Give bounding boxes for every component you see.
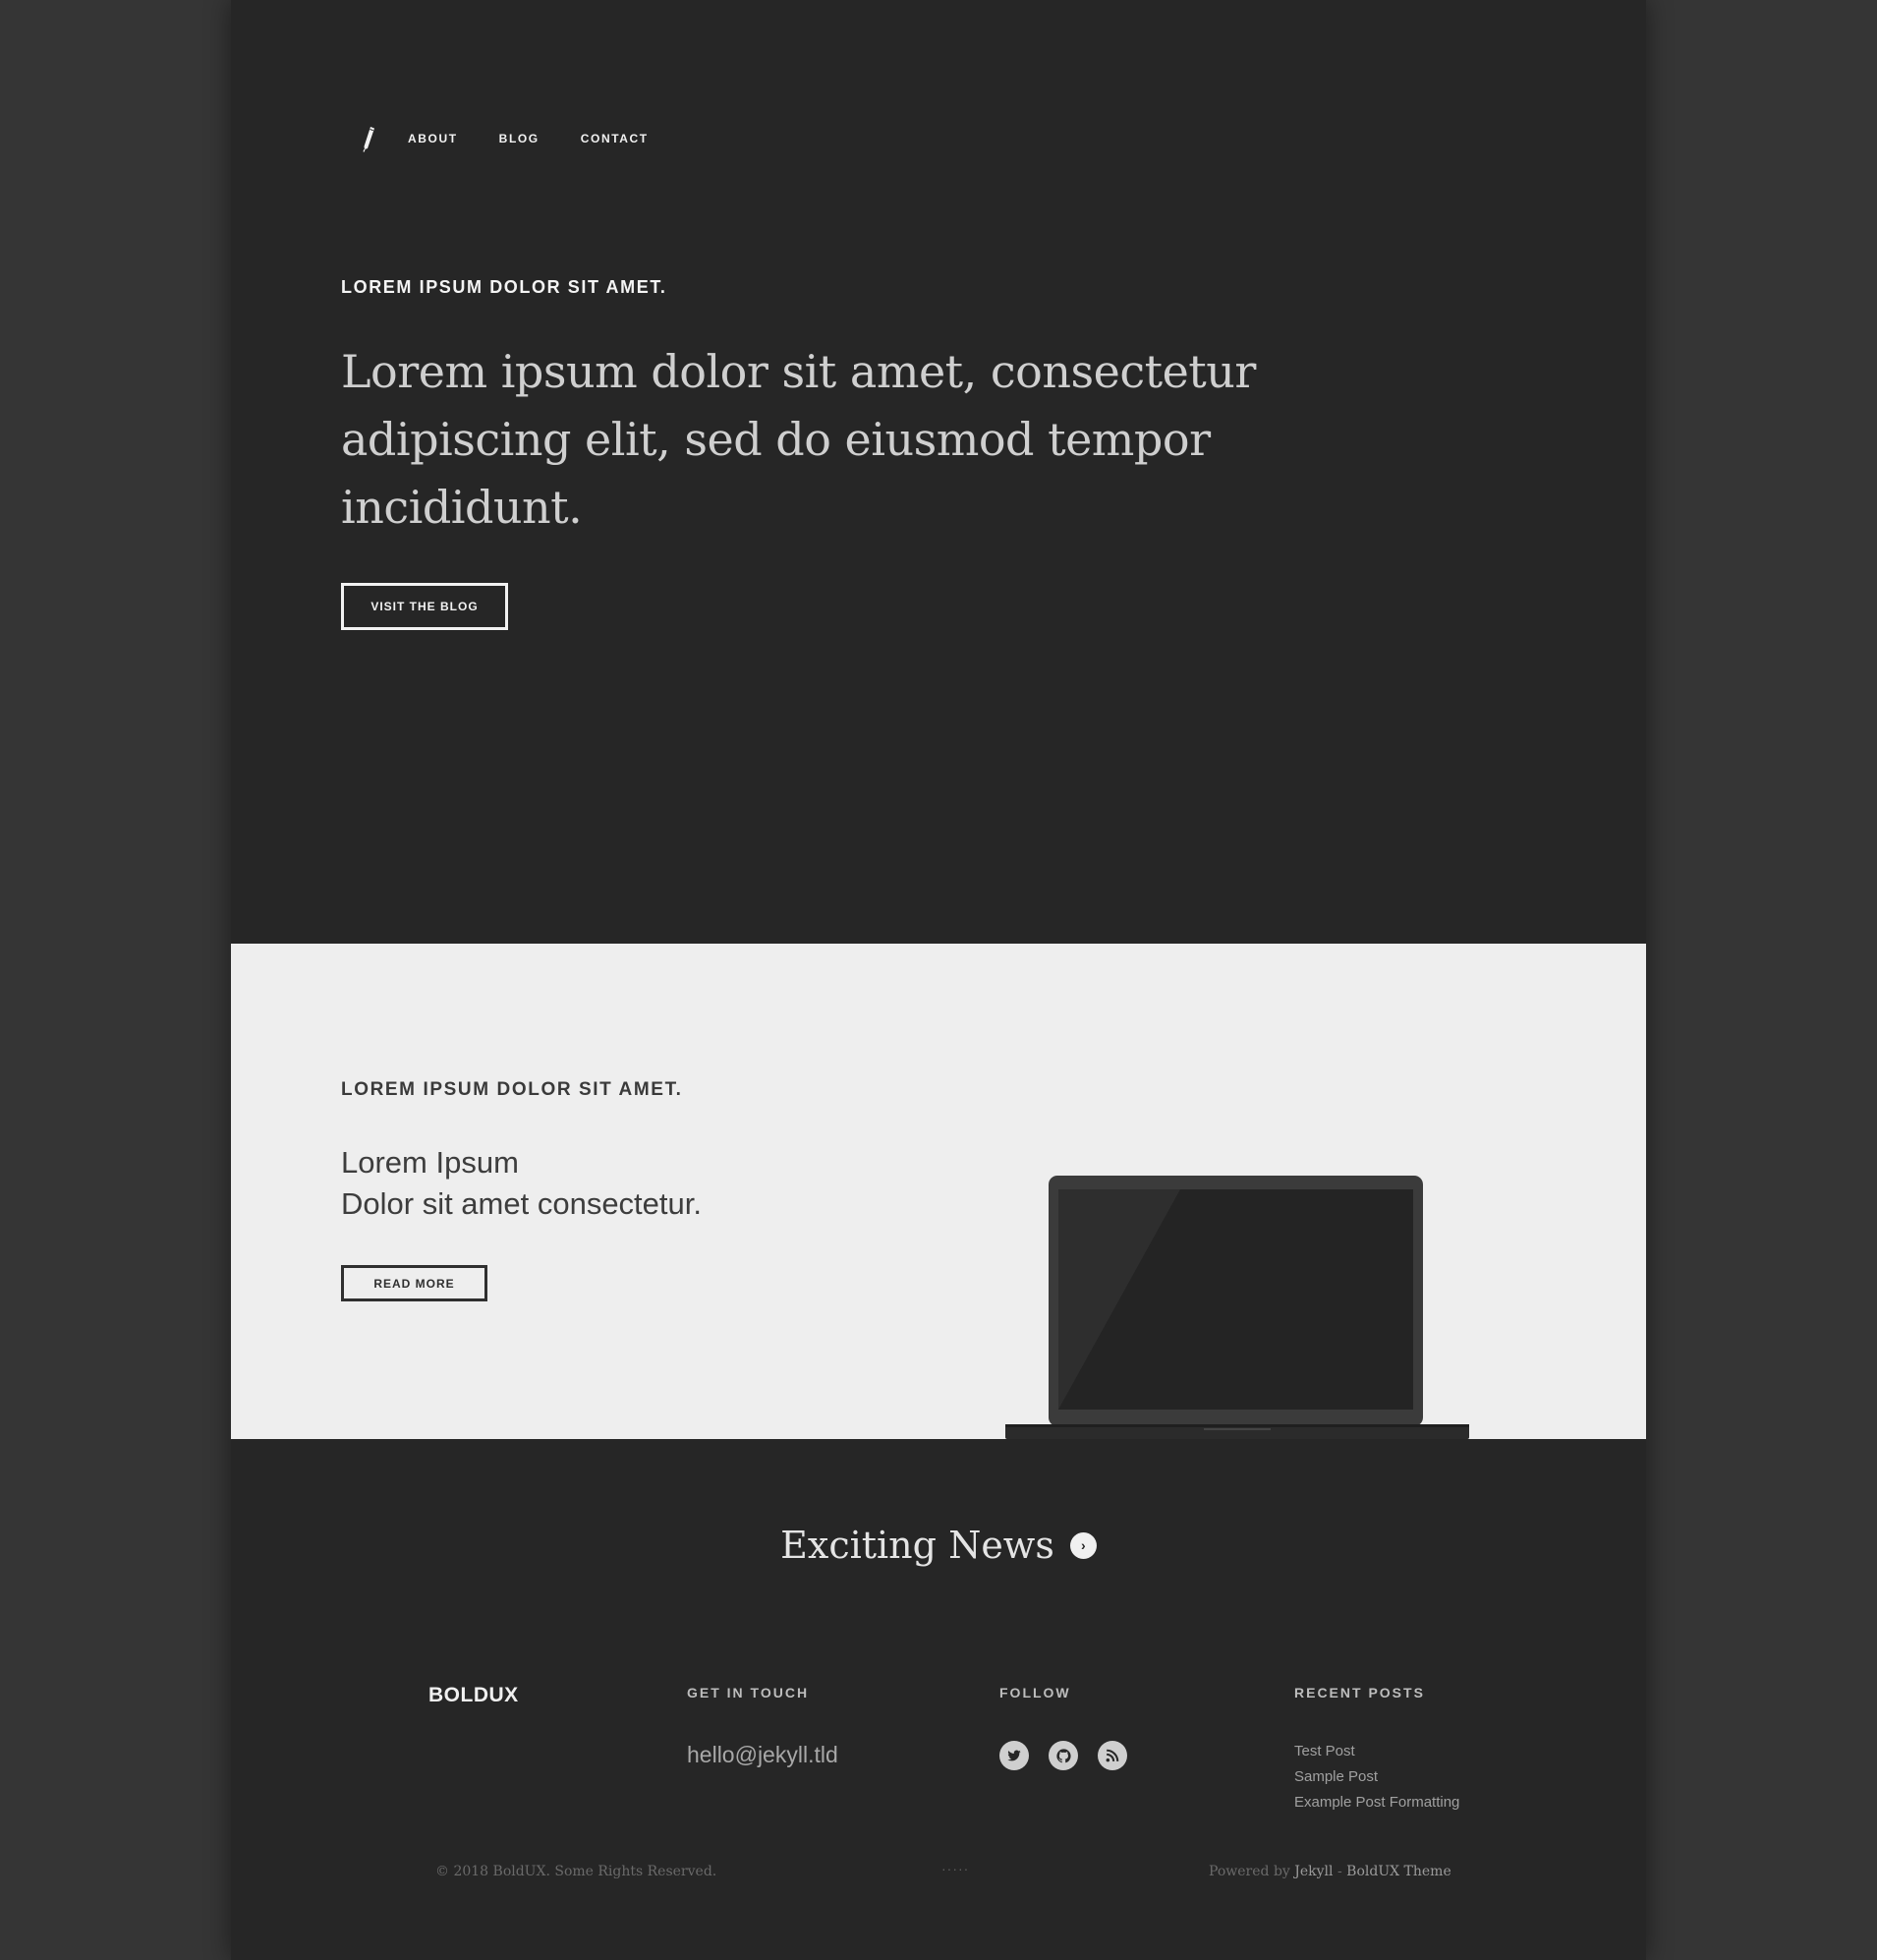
hero-title: Lorem ipsum dolor sit amet, consectetur … (341, 345, 1256, 534)
powered-by-separator: - (1337, 1864, 1342, 1879)
visit-blog-button[interactable]: VISIT THE BLOG (341, 583, 508, 630)
github-icon[interactable] (1049, 1741, 1078, 1770)
email-link[interactable]: hello@jekyll.tld (687, 1742, 838, 1768)
hero-kicker: LOREM IPSUM DOLOR SIT AMET. (341, 277, 667, 297)
news-title: Exciting News (780, 1524, 1054, 1567)
laptop-icon (1005, 1176, 1469, 1439)
recent-posts-heading: RECENT POSTS (1294, 1685, 1425, 1701)
divider-dots: ····· (941, 1861, 970, 1876)
feature-text: Lorem Ipsum Dolor sit amet consectetur. (341, 1142, 702, 1225)
jekyll-link[interactable]: Jekyll (1294, 1864, 1333, 1879)
news-section: Exciting News › (231, 1524, 1646, 1567)
feature-section: LOREM IPSUM DOLOR SIT AMET. Lorem Ipsum … (231, 944, 1646, 1439)
recent-posts-list: Test Post Sample Post Example Post Forma… (1294, 1739, 1459, 1816)
page-container: ABOUT BLOG CONTACT LOREM IPSUM DOLOR SIT… (231, 0, 1646, 1960)
pen-icon[interactable] (357, 124, 380, 153)
nav-item-blog[interactable]: BLOG (499, 132, 540, 145)
powered-by: Powered by Jekyll - BoldUX Theme (1209, 1864, 1451, 1879)
feature-line-1: Lorem Ipsum (341, 1145, 519, 1180)
recent-post-link[interactable]: Example Post Formatting (1294, 1790, 1459, 1816)
exciting-news-link[interactable]: Exciting News › (780, 1524, 1097, 1567)
footer-brand: BOLDUX (428, 1684, 519, 1706)
recent-post-link[interactable]: Test Post (1294, 1739, 1459, 1764)
rss-icon[interactable] (1098, 1741, 1127, 1770)
chevron-right-icon: › (1069, 1531, 1097, 1559)
boldux-theme-link[interactable]: BoldUX Theme (1346, 1864, 1451, 1879)
nav-item-about[interactable]: ABOUT (408, 132, 458, 145)
social-links (999, 1741, 1147, 1770)
read-more-button[interactable]: READ MORE (341, 1265, 487, 1301)
twitter-icon[interactable] (999, 1741, 1029, 1770)
recent-post-link[interactable]: Sample Post (1294, 1764, 1459, 1790)
nav-item-contact[interactable]: CONTACT (581, 132, 649, 145)
follow-heading: FOLLOW (999, 1685, 1071, 1701)
powered-by-prefix: Powered by (1209, 1864, 1290, 1879)
main-nav: ABOUT BLOG CONTACT (357, 124, 690, 153)
contact-heading: GET IN TOUCH (687, 1685, 810, 1701)
feature-line-2: Dolor sit amet consectetur. (341, 1186, 702, 1221)
copyright-text: © 2018 BoldUX. Some Rights Reserved. (435, 1864, 717, 1879)
feature-kicker: LOREM IPSUM DOLOR SIT AMET. (341, 1079, 683, 1100)
